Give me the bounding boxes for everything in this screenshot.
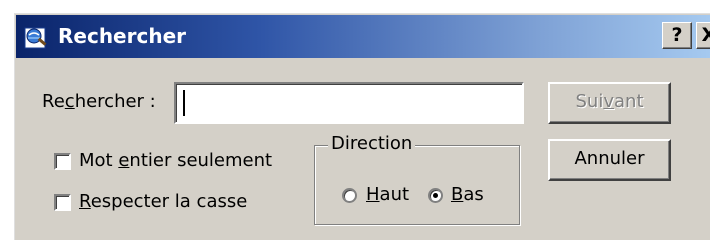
direction-group xyxy=(314,145,520,225)
search-label-suffix: hercher : xyxy=(74,91,156,112)
title-bar[interactable]: Rechercher ? X xyxy=(16,15,710,58)
direction-down-suffix: as xyxy=(463,184,484,205)
next-button-mnemonic: v xyxy=(603,91,614,112)
close-button[interactable]: X xyxy=(696,22,710,49)
next-button[interactable]: Suivant xyxy=(548,82,671,124)
match-case-label-suffix: especter la casse xyxy=(90,191,248,212)
direction-up-suffix: aut xyxy=(379,184,410,205)
next-button-prefix: Sui xyxy=(575,91,604,112)
search-label: Rechercher : xyxy=(42,91,156,113)
help-button[interactable]: ? xyxy=(662,22,692,49)
direction-up-label[interactable]: Haut xyxy=(366,184,409,206)
direction-down-label[interactable]: Bas xyxy=(451,184,484,206)
direction-down-radio[interactable] xyxy=(428,188,443,203)
search-label-prefix: Re xyxy=(42,91,65,112)
whole-word-label-suffix: ntier seulement xyxy=(129,150,273,171)
search-label-mnemonic: c xyxy=(64,91,75,112)
search-input-frame[interactable] xyxy=(174,82,524,124)
text-caret xyxy=(183,90,185,116)
match-case-label[interactable]: Respecter la casse xyxy=(79,191,247,213)
whole-word-checkbox[interactable] xyxy=(54,153,71,170)
whole-word-label-mnemonic: e xyxy=(118,150,130,171)
direction-legend: Direction xyxy=(328,133,416,155)
direction-up-radio[interactable] xyxy=(342,188,357,203)
whole-word-label[interactable]: Mot entier seulement xyxy=(79,150,272,172)
cancel-button[interactable]: Annuler xyxy=(548,139,671,181)
search-input[interactable] xyxy=(182,88,512,118)
direction-up-mnemonic: H xyxy=(366,184,380,205)
search-globe-icon xyxy=(24,27,47,49)
window-title: Rechercher xyxy=(58,24,187,48)
match-case-label-mnemonic: R xyxy=(79,191,91,212)
find-dialog: Rechercher ? X Rechercher : Suivant Annu… xyxy=(12,11,710,240)
whole-word-label-prefix: Mot xyxy=(79,150,119,171)
radio-selected-dot xyxy=(433,193,438,198)
next-button-suffix: ant xyxy=(614,91,644,112)
match-case-checkbox[interactable] xyxy=(54,194,71,211)
direction-down-mnemonic: B xyxy=(451,184,464,205)
